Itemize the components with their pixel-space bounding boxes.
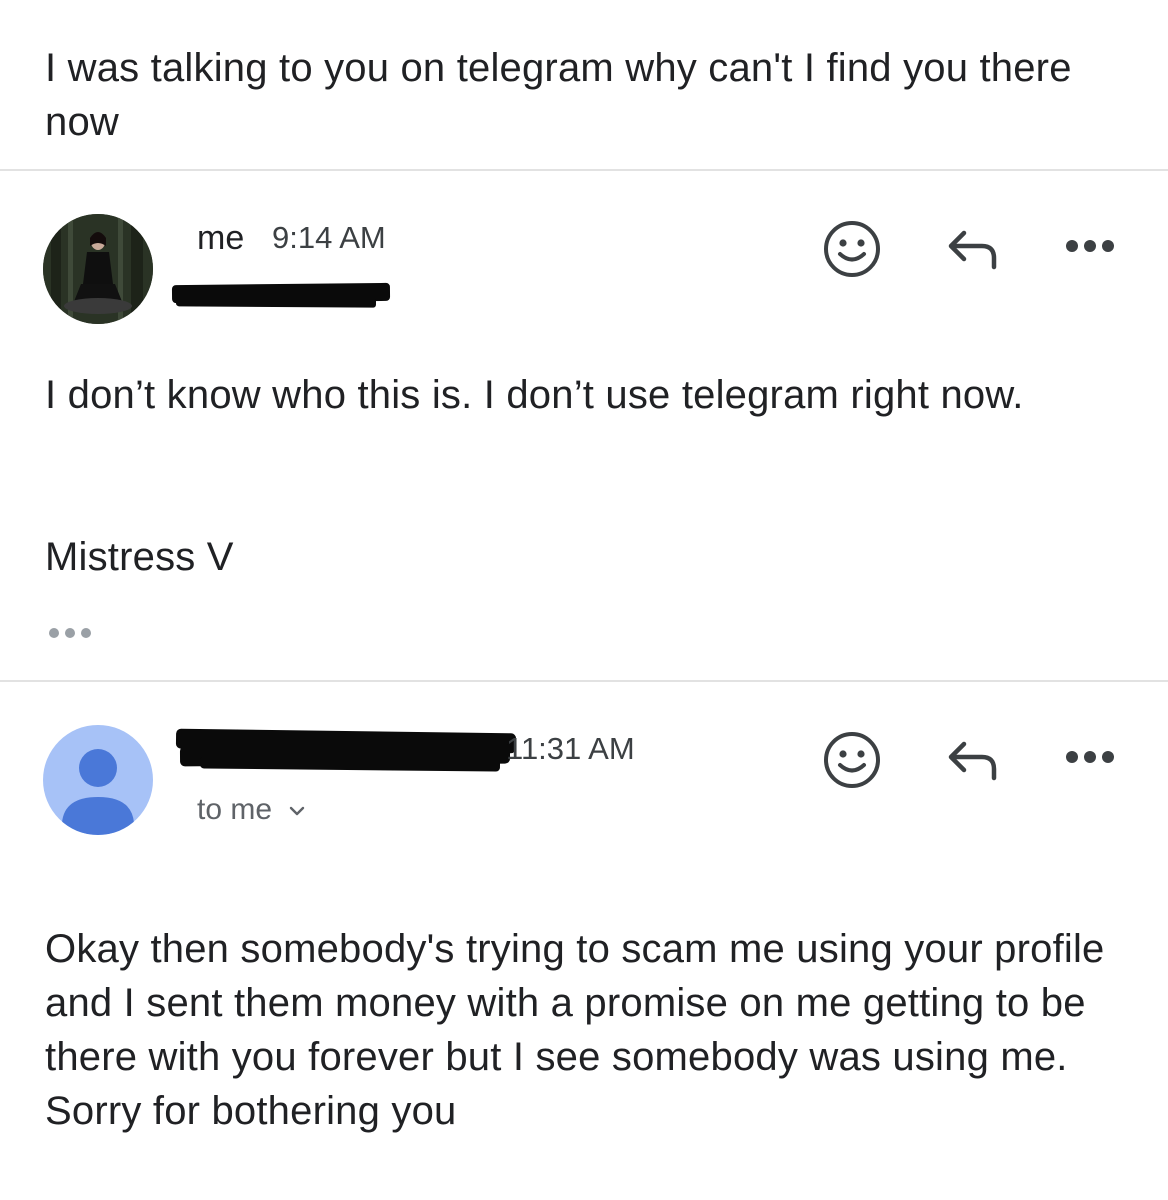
avatar-photo <box>43 214 153 324</box>
reply-button[interactable] <box>946 226 1000 272</box>
reply-button[interactable] <box>946 737 1000 783</box>
redaction-bar <box>199 756 501 772</box>
show-trimmed-content-button[interactable] <box>45 622 95 644</box>
sender-avatar-photo[interactable] <box>43 214 153 324</box>
emoji-smile-icon <box>824 221 880 277</box>
chevron-down-icon <box>290 806 305 816</box>
message-divider <box>0 169 1168 171</box>
message-timestamp: 11:31 AM <box>506 731 635 766</box>
recipient-label: to me <box>197 793 273 826</box>
sender-avatar-default[interactable] <box>43 725 153 835</box>
more-options-button[interactable] <box>1062 234 1118 258</box>
reply-arrow-icon <box>948 230 997 270</box>
recipient-details-toggle[interactable]: to me <box>197 793 306 827</box>
sender-name[interactable]: me <box>197 219 244 257</box>
more-horizontal-icon <box>1066 751 1114 763</box>
message-divider <box>0 680 1168 682</box>
react-emoji-button[interactable] <box>822 730 882 790</box>
message-timestamp: 9:14 AM <box>272 220 386 255</box>
emoji-smile-icon <box>824 732 880 788</box>
message-body-previous: I was talking to you on telegram why can… <box>45 46 1072 144</box>
more-options-button[interactable] <box>1062 745 1118 769</box>
sender-line: me <box>197 218 256 258</box>
reply-arrow-icon <box>948 741 997 781</box>
react-emoji-button[interactable] <box>822 219 882 279</box>
more-horizontal-icon <box>1066 240 1114 252</box>
message-signature: Mistress V <box>45 535 234 579</box>
message-body: I don’t know who this is. I don’t use te… <box>45 373 1024 417</box>
message-body: Okay then somebody's trying to scam me u… <box>45 927 1105 1133</box>
person-icon <box>62 749 134 835</box>
redaction-bar <box>175 296 377 308</box>
more-horizontal-icon <box>49 628 91 638</box>
